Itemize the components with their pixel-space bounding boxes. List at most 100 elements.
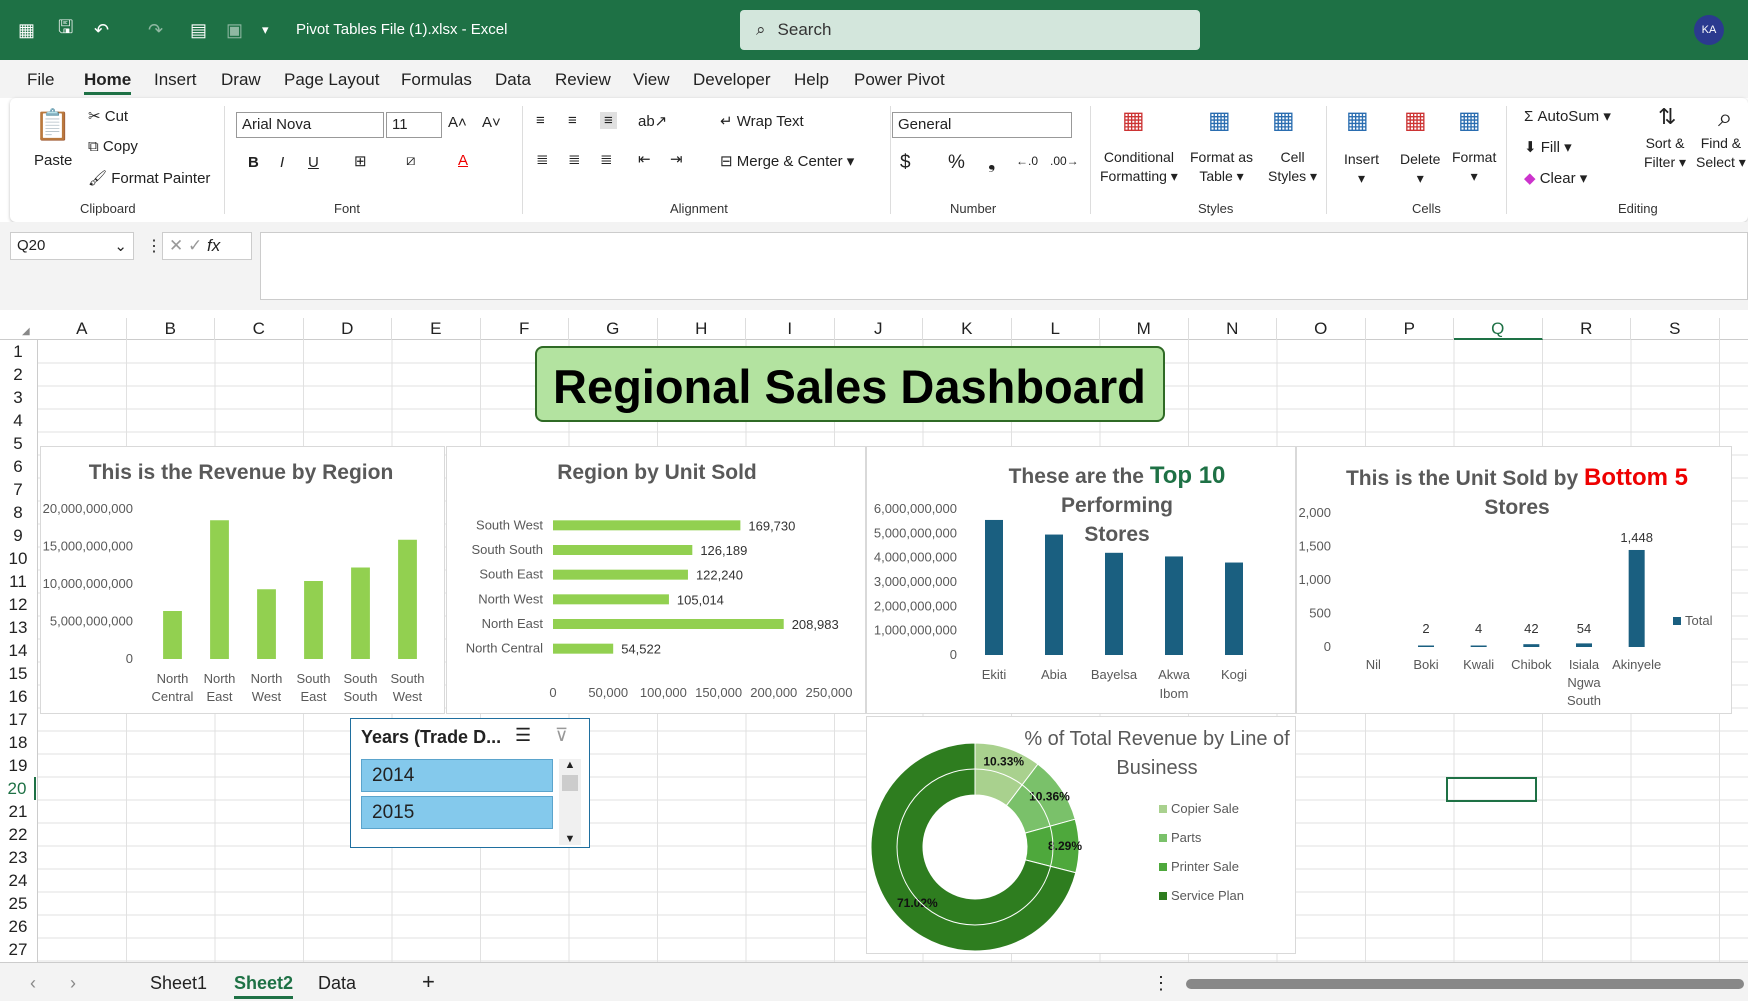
tab-draw[interactable]: Draw — [221, 70, 261, 90]
row-header-12[interactable]: 12 — [0, 593, 36, 616]
decrease-indent-icon[interactable]: ⇤ — [638, 150, 651, 168]
column-header-g[interactable]: G — [569, 318, 658, 340]
decrease-font-icon[interactable]: A˅ — [482, 114, 501, 131]
align-right-icon[interactable]: ≣ — [600, 150, 613, 168]
column-header-e[interactable]: E — [392, 318, 481, 340]
find-select-icon[interactable]: ⌕ — [1718, 102, 1733, 134]
column-header-d[interactable]: D — [304, 318, 392, 340]
column-header-o[interactable]: O — [1277, 318, 1366, 340]
conditional-formatting-button[interactable]: Conditional Formatting ▾ — [1100, 148, 1178, 186]
tab-review[interactable]: Review — [555, 70, 611, 90]
paste-button[interactable]: Paste — [34, 152, 72, 169]
column-header-l[interactable]: L — [1012, 318, 1100, 340]
cell-styles-button[interactable]: Cell Styles ▾ — [1268, 148, 1317, 186]
wrap-text-button[interactable]: ↵ Wrap Text — [720, 112, 804, 130]
scroll-up-icon[interactable]: ▲ — [559, 759, 581, 771]
merge-center-button[interactable]: ⊟ Merge & Center ▾ — [720, 152, 854, 170]
fill-button[interactable]: ⬇ Fill ▾ — [1524, 138, 1572, 156]
align-top-icon[interactable]: ≡ — [536, 112, 545, 129]
format-cells-icon[interactable]: ▦ — [1458, 106, 1481, 135]
row-header-24[interactable]: 24 — [0, 869, 36, 892]
delete-button[interactable]: Delete ▾ — [1400, 150, 1440, 188]
column-header-i[interactable]: I — [746, 318, 835, 340]
bold-icon[interactable]: B — [248, 154, 259, 171]
find-select-button[interactable]: Find & Select ▾ — [1696, 134, 1746, 172]
borders-icon[interactable]: ⊞ — [354, 152, 367, 170]
top-performing-stores-chart[interactable]: These are the Top 10 Performing Stores 6,… — [866, 446, 1296, 714]
column-header-s[interactable]: S — [1631, 318, 1720, 340]
row-header-26[interactable]: 26 — [0, 915, 36, 938]
row-header-17[interactable]: 17 — [0, 708, 36, 731]
increase-decimal-icon[interactable]: ←.0 — [1016, 154, 1038, 168]
tab-page-layout[interactable]: Page Layout — [284, 70, 379, 90]
sort-filter-icon[interactable]: ⇅ — [1658, 104, 1676, 130]
insert-button[interactable]: Insert ▾ — [1344, 150, 1379, 188]
fx-icon[interactable]: fx — [207, 236, 220, 255]
insert-cells-icon[interactable]: ▦ — [1346, 106, 1369, 135]
name-box[interactable]: Q20 ⌄ — [10, 232, 134, 260]
percent-icon[interactable]: % — [948, 152, 965, 174]
row-header-7[interactable]: 7 — [0, 478, 36, 501]
row-header-20[interactable]: 20 — [0, 777, 36, 800]
search-box[interactable]: ⌕ Search — [740, 10, 1200, 50]
format-as-table-button[interactable]: Format as Table ▾ — [1190, 148, 1253, 186]
horizontal-scrollbar[interactable] — [1186, 979, 1744, 989]
redo-icon[interactable]: ↷ — [148, 18, 163, 42]
tab-formulas[interactable]: Formulas — [401, 70, 472, 90]
row-header-16[interactable]: 16 — [0, 685, 36, 708]
tab-home[interactable]: Home — [84, 70, 132, 95]
column-header-p[interactable]: P — [1366, 318, 1454, 340]
row-header-19[interactable]: 19 — [0, 754, 36, 777]
row-header-8[interactable]: 8 — [0, 501, 36, 524]
row-header-3[interactable]: 3 — [0, 386, 36, 409]
formula-input[interactable] — [260, 232, 1748, 300]
tab-view[interactable]: View — [633, 70, 670, 90]
more-icon[interactable]: ⋮ — [1152, 973, 1170, 994]
multi-select-icon[interactable]: ☰ — [515, 725, 531, 746]
calendar-icon[interactable]: ▣ — [226, 18, 243, 42]
select-all-icon[interactable]: ◢ — [22, 326, 30, 337]
align-middle-icon[interactable]: ≡ — [568, 112, 577, 129]
column-header-k[interactable]: K — [923, 318, 1012, 340]
align-left-icon[interactable]: ≣ — [536, 150, 549, 168]
row-header-9[interactable]: 9 — [0, 524, 36, 547]
sheet-tab[interactable]: Sheet1 — [150, 973, 207, 994]
copy-button[interactable]: ⧉ Copy — [88, 138, 138, 155]
row-header-1[interactable]: 1 — [0, 340, 36, 363]
format-painter-button[interactable]: 🖌 Format Painter — [88, 169, 210, 187]
font-size-select[interactable]: 11 — [386, 112, 442, 138]
column-header-n[interactable]: N — [1189, 318, 1277, 340]
increase-indent-icon[interactable]: ⇥ — [670, 150, 683, 168]
tab-developer[interactable]: Developer — [693, 70, 771, 90]
paste-icon[interactable]: 📋 — [34, 108, 71, 143]
comma-icon[interactable]: ❟ — [988, 152, 995, 174]
slicer-item[interactable]: 2014 — [361, 759, 553, 792]
font-color-icon[interactable]: A — [458, 152, 468, 169]
scroll-thumb[interactable] — [562, 775, 578, 791]
row-header-25[interactable]: 25 — [0, 892, 36, 915]
row-header-10[interactable]: 10 — [0, 547, 36, 570]
delete-cells-icon[interactable]: ▦ — [1404, 106, 1427, 135]
column-header-m[interactable]: M — [1100, 318, 1189, 340]
row-header-14[interactable]: 14 — [0, 639, 36, 662]
save-icon[interactable]: 🖫 — [58, 17, 73, 42]
row-header-21[interactable]: 21 — [0, 800, 36, 823]
tab-insert[interactable]: Insert — [154, 70, 197, 90]
clear-filter-icon[interactable]: ⊽ — [555, 725, 568, 746]
slicer-scrollbar[interactable]: ▲ ▼ — [559, 759, 581, 845]
years-slicer[interactable]: Years (Trade D... ☰ ⊽ 2014 2015 ▲ ▼ — [350, 718, 590, 848]
row-header-11[interactable]: 11 — [0, 570, 36, 593]
format-as-table-icon[interactable]: ▦ — [1208, 106, 1231, 135]
row-header-22[interactable]: 22 — [0, 823, 36, 846]
row-header-2[interactable]: 2 — [0, 363, 36, 386]
currency-icon[interactable]: $ — [900, 152, 911, 174]
next-sheet-icon[interactable]: › — [70, 973, 76, 994]
align-bottom-icon[interactable]: ≡ — [600, 112, 617, 129]
more-icon[interactable]: ⋮ — [146, 236, 162, 256]
column-header-j[interactable]: J — [835, 318, 923, 340]
column-header-f[interactable]: F — [481, 318, 569, 340]
row-header-15[interactable]: 15 — [0, 662, 36, 685]
sheet-tab-active[interactable]: Sheet2 — [234, 973, 294, 999]
undo-icon[interactable]: ↶ — [94, 18, 109, 42]
row-header-13[interactable]: 13 — [0, 616, 36, 639]
